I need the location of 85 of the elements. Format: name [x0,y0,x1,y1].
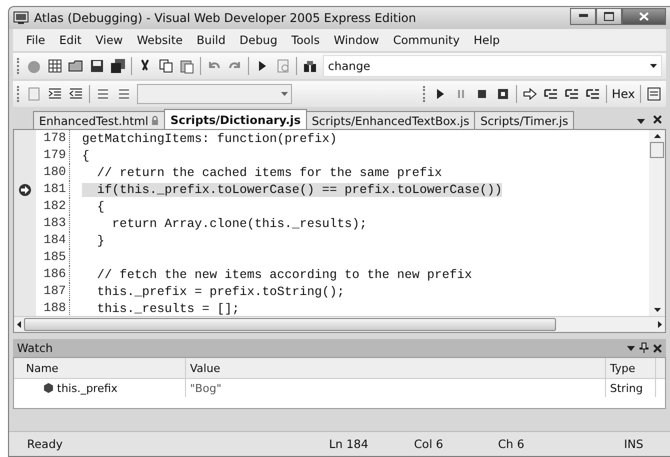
toolbar-grip [422,86,427,102]
horizontal-scrollbar[interactable] [14,316,665,332]
code-line: return Array.clone(this._results); [111,216,368,230]
menu-item[interactable]: Community [386,33,467,47]
dropdown-arrow-icon [281,92,288,96]
grid-icon[interactable] [47,58,63,74]
binoculars-icon[interactable] [302,58,318,74]
code-line: getMatchingItems: function(prefix) [82,132,338,146]
code-line: this._results = []; [96,302,240,316]
code-line: { [82,148,90,162]
line-number: 179 [36,147,70,164]
page-icon[interactable] [26,86,42,102]
close-button[interactable] [622,8,666,24]
line-indicator: Ln 184 [329,437,370,451]
scroll-up-arrow-icon[interactable] [654,134,660,138]
scroll-thumb[interactable] [24,318,556,331]
menu-item[interactable]: Debug [232,33,284,47]
pin-icon[interactable] [639,342,649,354]
scroll-right-arrow-icon[interactable] [658,321,662,328]
line-number: 183 [36,215,70,232]
minimize-button[interactable] [570,8,596,24]
document-tab[interactable]: Scripts/EnhancedTextBox.js [306,111,476,129]
dropdown-arrow-icon[interactable] [627,346,635,350]
line-number: 178 [36,130,70,147]
line-number: 185 [36,249,70,266]
line-number: 182 [36,198,70,215]
menu-item[interactable]: Website [130,33,190,47]
status-text: Ready [26,437,64,451]
folder-icon[interactable] [68,58,84,74]
field-icon [44,383,53,393]
table-cell: "Bog" [186,379,606,397]
copy-icon[interactable] [158,58,174,74]
toolbar-grip [17,58,21,74]
menu-item[interactable]: File [19,33,52,47]
scroll-left-arrow-icon[interactable] [17,321,21,328]
code-line: // return the cached items for the same prefix [96,166,442,180]
scroll-down-arrow-icon[interactable] [654,308,660,312]
table-cell: this._prefix [57,382,118,394]
find-field[interactable]: change [323,55,662,77]
vertical-scrollbar[interactable] [649,130,665,316]
code-line: this._prefix = prefix.toString(); [96,284,345,298]
line-number: 187 [36,283,70,300]
close-icon[interactable] [653,344,662,352]
line-number: 186 [36,266,70,283]
line-number: 180 [36,164,70,181]
column-indicator: Col 6 [414,437,444,451]
char-indicator: Ch 6 [498,437,526,451]
document-tab[interactable]: Scripts/Dictionary.js [164,109,307,129]
column-header[interactable]: Value [186,358,606,378]
line-number: 184 [36,232,70,249]
document-tab[interactable]: Scripts/Timer.js [474,111,574,129]
code-line: { [96,200,105,214]
window-title: Atlas (Debugging) - Visual Web Developer 2005 Express Edition [34,11,416,25]
watch-title: Watch [17,341,53,355]
code-line: } [96,234,105,248]
code-line: // fetch the new items according to the new prefix [96,268,472,282]
maximize-icon [604,12,614,20]
disks-icon[interactable] [110,58,126,74]
maximize-button[interactable] [596,8,622,24]
column-header[interactable]: Name [22,358,186,378]
arrow-icon[interactable] [522,86,538,102]
window-icon [13,11,29,25]
menu-item[interactable]: Edit [52,33,89,47]
menu-item[interactable]: Help [466,33,507,47]
table-cell: String [606,379,656,397]
toolbar-grip [17,86,21,102]
menu-item[interactable]: Tools [284,33,327,47]
scroll-thumb[interactable] [650,142,664,158]
paste-icon[interactable] [179,58,195,74]
window-list-icon[interactable] [646,86,662,102]
menu-item[interactable]: View [88,33,130,47]
menu-item[interactable]: Window [326,33,386,47]
document-tab[interactable]: EnhancedTest.html [33,111,166,129]
hex-button[interactable]: Hex [612,87,635,101]
minimize-icon [578,14,588,18]
close-icon[interactable] [653,115,662,124]
dropdown-arrow-icon[interactable] [650,64,657,68]
circle-icon[interactable] [26,58,42,74]
menu-item[interactable]: Build [190,33,233,47]
column-header[interactable]: Type [606,358,656,378]
close-icon [639,12,649,20]
line-number: 181 [36,181,70,198]
dropdown-arrow-icon[interactable] [637,119,645,124]
insert-mode-indicator: INS [624,437,644,451]
page-icon[interactable] [275,58,291,74]
